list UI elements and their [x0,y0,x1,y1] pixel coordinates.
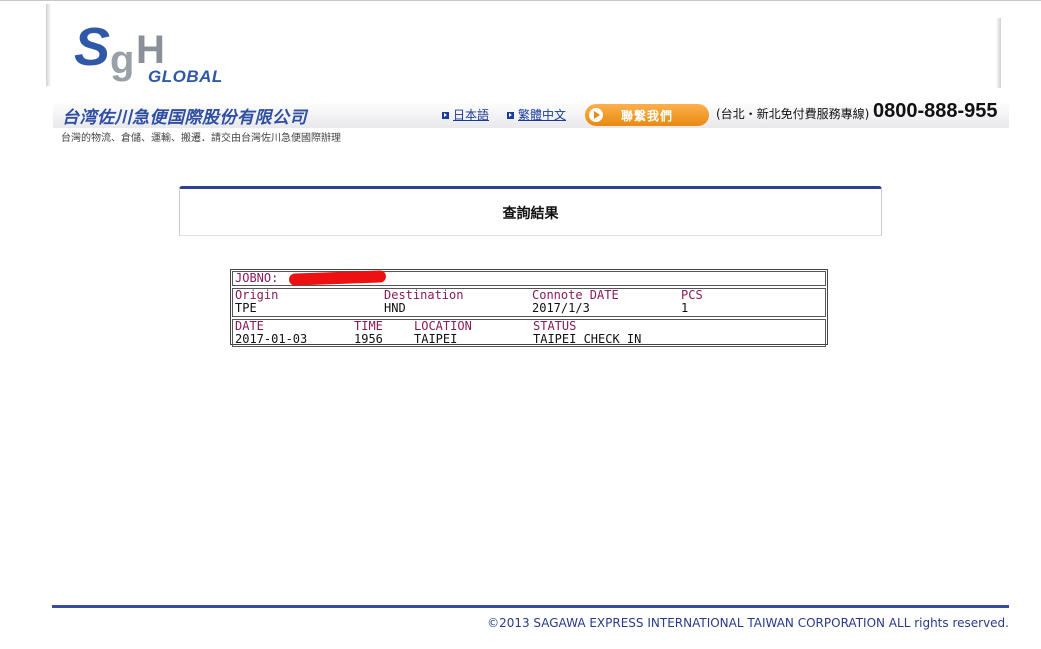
play-circle-icon [589,108,603,122]
logo-global-text: GLOBAL [148,67,223,86]
result-header-box: 查詢結果 [179,186,882,236]
shipment-detail-table: JOBNO: Origin TPE Destination HND Connot… [230,269,828,347]
logo-letter-g: g [110,38,135,82]
page-shadow-right [996,18,1001,88]
japanese-link-label: 日本語 [453,108,490,122]
hotline-label: (台北・新北免付費服務專線) [716,107,870,121]
result-title: 查詢結果 [502,206,559,222]
arrow-icon [442,112,449,119]
copyright-text: ©2013 SAGAWA EXPRESS INTERNATIONAL TAIWA… [487,616,1009,630]
pcs-value: 1 [681,301,689,315]
arrow-icon [507,112,514,119]
destination-value: HND [384,301,406,315]
date-value: 2017-01-03 [235,332,308,346]
connote-date-value: 2017/1/3 [532,301,590,315]
footer-rule [52,605,1009,608]
traditional-chinese-language-link[interactable]: 繁體中文 [507,106,566,123]
redacted-jobno [288,270,387,286]
location-value: TAIPEI [414,332,458,346]
tagline: 台灣的物流、倉儲、運輸、搬遷．請交由台灣佐川急便國際辦理 [61,133,341,144]
origin-value: TPE [235,301,257,315]
chinese-link-label: 繁體中文 [518,108,567,122]
contact-us-button[interactable]: 聯繫我們 [585,104,709,126]
sgh-global-logo[interactable]: S H g GLOBAL [74,20,244,92]
tracking-event-row: DATE 2017-01-03 TIME 1956 LOCATION TAIPE… [232,319,826,347]
shipment-summary-row: Origin TPE Destination HND Connote DATE … [232,288,826,317]
hotline-number: 0800-888-955 [873,100,998,122]
contact-us-label: 聯繫我們 [621,109,674,123]
logo-letter-h: H [136,28,165,72]
time-value: 1956 [354,332,383,346]
jobno-label: JOBNO: [235,271,279,285]
logo-letter-s: S [74,17,110,77]
top-rule [0,0,1041,1]
company-name: 台湾佐川急便国際股份有限公司 [62,108,307,128]
jobno-row: JOBNO: [232,270,826,286]
japanese-language-link[interactable]: 日本語 [442,106,489,123]
status-value: TAIPEI CHECK IN [533,332,642,346]
page-shadow-left [46,4,51,86]
